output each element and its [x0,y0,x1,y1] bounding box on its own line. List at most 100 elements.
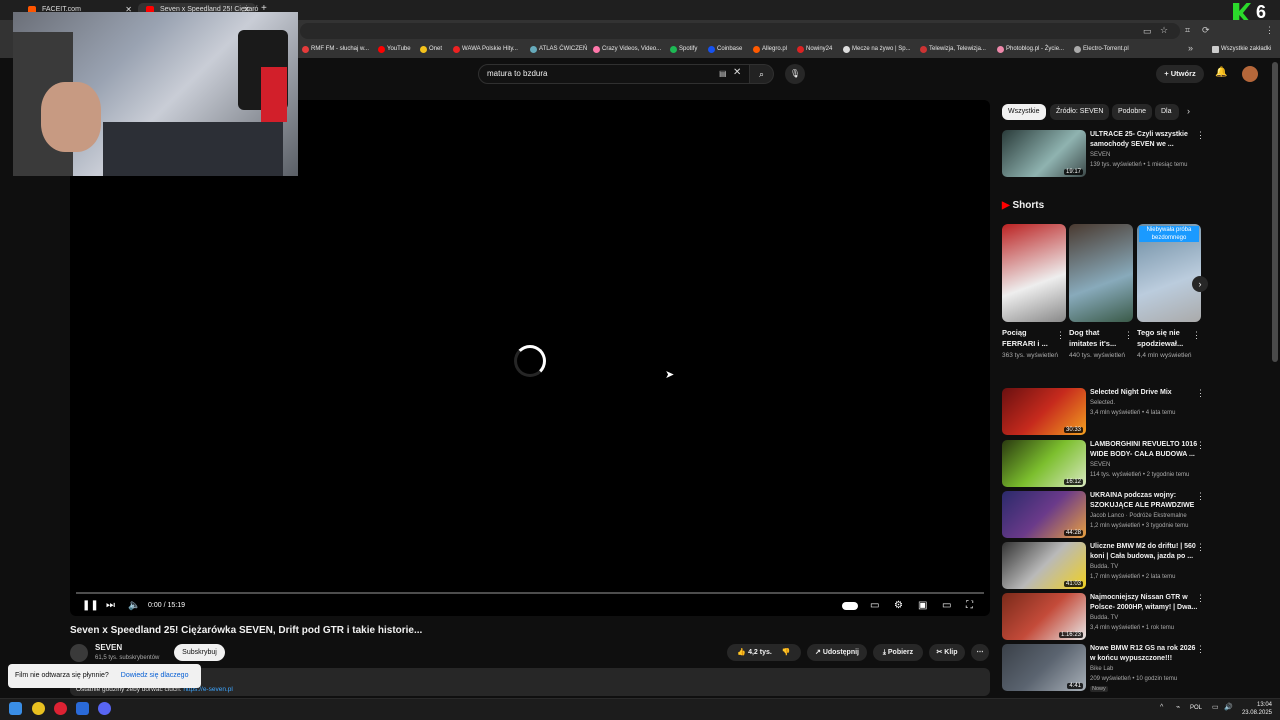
video-thumbnail[interactable]: 44:28 [1002,491,1086,538]
video-title[interactable]: UKRAINA podczas wojny: SZOKUJĄCE ALE PRA… [1090,491,1198,511]
clock[interactable]: 13:04 23.08.2025 [1236,701,1272,717]
sync-icon[interactable]: ⟳ [1202,25,1210,36]
more-icon[interactable]: ⋮ [1196,644,1205,655]
bookmark[interactable]: WAWA Polskie Hity... [453,45,518,54]
video-channel[interactable]: SEVEN [1090,152,1110,158]
volume-icon[interactable]: 🔈 [128,598,140,614]
app-icon[interactable] [54,702,67,715]
short-title[interactable]: Dog that imitates it's... [1069,327,1121,349]
bookmark[interactable]: RMF FM - słuchaj w... [302,45,369,54]
extension-icon[interactable]: ⌗ [1185,25,1190,36]
more-icon[interactable]: ⋮ [1196,130,1205,141]
bookmark[interactable]: Coinbase [708,45,742,54]
more-icon[interactable]: ⋮ [1056,330,1065,341]
more-icon[interactable]: ⋮ [1196,593,1205,604]
bookmark[interactable]: ATLAS ĆWICZEŃ [530,45,587,54]
usb-icon[interactable]: ⌁ [1176,703,1180,711]
next-icon[interactable]: ⏭ [106,598,115,614]
keyboard-icon[interactable]: ▤ [719,69,727,78]
video-channel[interactable]: SEVEN [1090,462,1110,468]
discord-icon[interactable] [98,702,111,715]
share-button[interactable]: ↗ Udostępnij [807,644,867,661]
more-icon[interactable]: ⋮ [1124,330,1133,341]
subtitles-icon[interactable]: ▭ [870,598,879,614]
video-thumbnail[interactable]: 16:12 [1002,440,1086,487]
install-icon[interactable]: ▭ [1143,26,1152,37]
video-thumbnail[interactable]: 41:03 [1002,542,1086,589]
more-icon[interactable]: ⋮ [1192,330,1201,341]
short-thumbnail[interactable]: Niebywała próba bezdomnego [1137,224,1201,322]
chip-source[interactable]: Źródło: SEVEN [1050,104,1110,120]
more-icon[interactable]: ⋮ [1196,440,1205,451]
video-title[interactable]: Selected Night Drive Mix [1090,388,1198,398]
bookmark[interactable]: Crazy Videos, Video... [593,45,661,54]
thumb-down-icon[interactable]: 👎 [782,649,791,656]
pause-icon[interactable]: ❚❚ [82,598,99,614]
menu-icon[interactable]: ⋮ [1265,25,1274,36]
autoplay-toggle[interactable] [842,602,858,610]
video-title[interactable]: Nowe BMW R12 GS na rok 2026 w końcu wypu… [1090,644,1198,664]
bell-icon[interactable]: 🔔 [1215,67,1227,78]
clip-button[interactable]: ✂ Klip [929,644,965,661]
more-icon[interactable]: ⋮ [1196,388,1205,399]
video-channel[interactable]: Budda. TV [1090,564,1118,570]
address-bar[interactable] [300,23,1180,39]
volume-tray-icon[interactable]: 🔊 [1224,703,1233,711]
scrollbar[interactable] [1272,62,1278,362]
channel-avatar[interactable] [70,644,88,662]
short-thumbnail[interactable] [1002,224,1066,322]
chip-all[interactable]: Wszystkie [1002,104,1046,120]
create-button[interactable]: + Utwórz [1156,65,1204,83]
like-button[interactable]: 👍 4,2 tys. 👎 [727,644,801,661]
settings-gear-icon[interactable]: ⚙ [894,598,903,614]
video-title[interactable]: Najmocniejszy Nissan GTR w Polsce- 2000H… [1090,593,1198,613]
bookmark[interactable]: YouTube [378,45,411,54]
more-icon[interactable]: ⋮ [1196,491,1205,502]
language-indicator[interactable]: POL [1190,705,1202,711]
short-thumbnail[interactable] [1069,224,1133,322]
avatar[interactable] [1242,66,1258,82]
bookmark[interactable]: Allegro.pl [753,45,787,54]
video-title[interactable]: LAMBORGHINI REVUELTO 1016 WIDE BODY- CAŁ… [1090,440,1198,460]
shorts-next-icon[interactable]: › [1192,276,1208,292]
app-icon[interactable] [76,702,89,715]
chip-related[interactable]: Podobne [1112,104,1153,120]
short-title[interactable]: Pociąg FERRARI i ... [1002,327,1054,349]
download-button[interactable]: ⤓ Pobierz [873,644,923,661]
voice-search-button[interactable]: 🎙 [785,64,805,84]
bookmark[interactable]: Mecze na żywo | Sp... [843,45,911,54]
chrome-icon[interactable] [32,702,45,715]
channel-name[interactable]: SEVEN [95,643,122,652]
miniplayer-icon[interactable]: ▣ [918,598,927,614]
learn-why-link[interactable]: Dowiedz się dlaczego [121,672,189,679]
video-thumbnail[interactable]: 30:33 [1002,388,1086,435]
more-icon[interactable]: ⋮ [1196,542,1205,553]
video-thumbnail[interactable]: 4:41 [1002,644,1086,691]
bookmark[interactable]: Nowiny24 [797,45,832,54]
video-channel[interactable]: Budda. TV [1090,615,1118,621]
video-channel[interactable]: Jacob Lanco · Podróże Ekstremalne [1090,513,1187,519]
tray-chevron-icon[interactable]: ^ [1160,704,1163,711]
bookmark[interactable]: Telewizja, Telewizja... [920,45,986,54]
star-icon[interactable]: ☆ [1160,25,1168,36]
theater-mode-icon[interactable]: ▭ [942,598,951,614]
video-thumbnail[interactable]: 19:17 [1002,130,1086,177]
search-input[interactable]: matura to bzdura [478,64,750,84]
search-button[interactable]: ⌕ [750,64,774,84]
clear-search-icon[interactable]: ✕ [733,67,741,78]
bookmark[interactable]: Spotify [670,45,697,54]
short-title[interactable]: Tego się nie spodziewał... [1137,327,1189,349]
video-thumbnail[interactable]: 1:16:23 [1002,593,1086,640]
network-icon[interactable]: ▭ [1212,703,1219,711]
more-actions-button[interactable]: ⋯ [971,644,989,661]
bookmark[interactable]: Electro-Torrent.pl [1074,45,1129,54]
progress-bar[interactable] [76,592,984,594]
video-title[interactable]: Uliczne BMW M2 do driftu! | 560 koni | C… [1090,542,1198,562]
video-channel[interactable]: Selected. [1090,400,1115,406]
subscribe-button[interactable]: Subskrybuj [174,644,225,661]
more-bookmarks-icon[interactable]: » [1188,43,1193,53]
fullscreen-icon[interactable]: ⛶ [966,598,973,614]
chip-for-you[interactable]: Dla [1155,104,1179,120]
bookmark[interactable]: Onet [420,45,442,54]
bookmark[interactable]: Photoblog.pl - Życie... [997,45,1064,54]
